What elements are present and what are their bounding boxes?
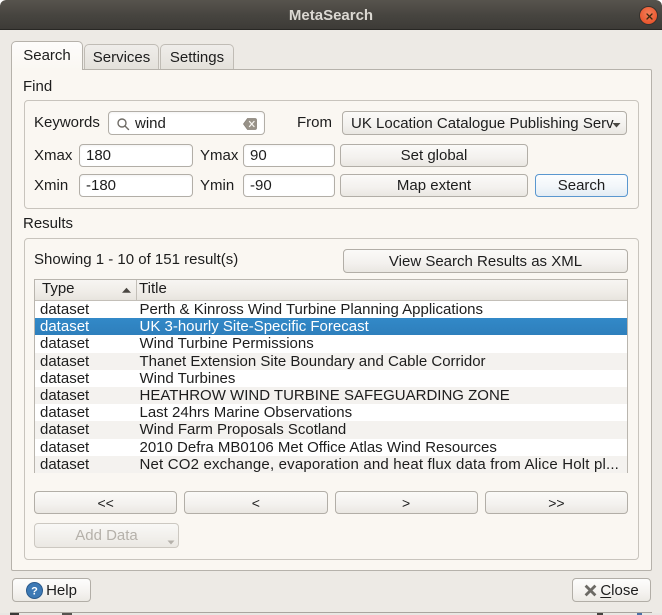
svg-text:?: ? — [31, 585, 38, 597]
